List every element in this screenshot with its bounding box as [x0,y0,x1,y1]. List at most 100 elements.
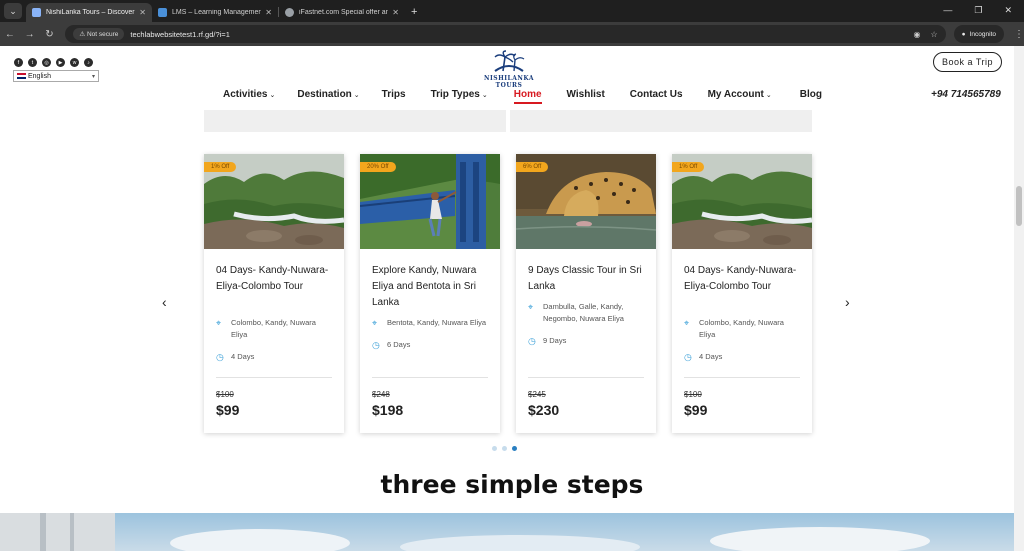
back-icon[interactable]: ← [0,29,20,40]
trip-image-train[interactable]: 20% Off [360,154,500,249]
trip-locations: ⌖ Colombo, Kandy, Nuwara Eliya [216,317,332,341]
current-price: $99 [216,402,240,418]
minimize-icon[interactable]: — [943,5,952,16]
trip-card[interactable]: 1% Off 04 Days- Kandy-Nuwara-Eliya-Colom… [204,154,344,433]
carousel-dot[interactable] [502,446,507,451]
close-tab-icon[interactable]: ✕ [392,8,399,17]
locations-text: Colombo, Kandy, Nuwara Eliya [699,318,784,339]
trip-title[interactable]: Explore Kandy, Nuwara Eliya and Bentota … [372,263,488,313]
scrollbar-thumb[interactable] [1016,186,1022,226]
new-tab-button[interactable]: + [411,6,417,18]
clock-icon: ◷ [684,352,692,362]
trip-duration: ◷ 6 Days [372,339,488,351]
carousel-pagination [492,446,517,451]
site-favicon-icon [158,8,167,17]
youtube-icon[interactable]: ▶ [56,58,65,67]
map-pin-icon: ⌖ [216,318,222,328]
trip-title[interactable]: 04 Days- Kandy-Nuwara-Eliya-Colombo Tour [684,263,800,313]
browser-menu-icon[interactable]: ⋮ [1014,29,1024,40]
nav-item-my-account[interactable]: My Account ⌄ [708,89,772,100]
card-divider [684,377,800,378]
nav-label: Blog [799,89,822,100]
map-pin-icon: ⌖ [372,318,378,328]
steps-banner-image [0,513,1024,551]
duration-text: 9 Days [543,336,567,345]
carousel-dot-active[interactable] [512,446,517,451]
restore-icon[interactable]: ❐ [974,5,982,16]
incognito-label: Incognito [969,30,996,38]
trip-image-waterfall[interactable]: 1% Off [672,154,812,249]
nav-item-trips[interactable]: Trips [382,89,406,100]
tab-title: LMS – Learning Management .. [172,9,262,16]
facebook-icon[interactable]: f [14,58,23,67]
nav-item-wishlist[interactable]: Wishlist [567,89,605,100]
forward-icon[interactable]: → [20,29,40,40]
phone-number[interactable]: +94 714565789 [931,89,1001,100]
card-divider [372,377,488,378]
close-window-icon[interactable]: ✕ [1004,5,1012,16]
current-price: $230 [528,402,560,418]
carousel-prev-button[interactable]: ‹ [162,294,167,310]
page-scrollbar[interactable] [1014,46,1024,551]
nav-label: Activities [223,89,268,100]
instagram-icon[interactable]: ◎ [42,58,51,67]
trip-title[interactable]: 04 Days- Kandy-Nuwara-Eliya-Colombo Tour [216,263,332,313]
not-secure-badge[interactable]: ⚠ Not secure [73,28,125,40]
globe-icon [285,8,294,17]
eye-off-icon[interactable]: ◉ [914,30,921,39]
current-price: $99 [684,402,708,418]
url-text[interactable]: techlabwebsitetest1.rf.gd/?i=1 [130,30,903,39]
tab-title: NishiLanka Tours – Discover Sri [46,9,136,16]
locations-text: Colombo, Kandy, Nuwara Eliya [231,318,316,339]
carousel-dot[interactable] [492,446,497,451]
map-pin-icon: ⌖ [528,302,534,312]
trip-title[interactable]: 9 Days Classic Tour in Sri Lanka [528,263,644,297]
bookmark-star-icon[interactable]: ☆ [931,30,938,39]
map-pin-icon: ⌖ [684,318,690,328]
browser-tab-2[interactable]: LMS – Learning Management .. ✕ [152,3,278,22]
discount-badge: 6% Off [516,162,549,172]
discount-badge: 1% Off [672,162,705,172]
browser-tab-1[interactable]: NishiLanka Tours – Discover Sri ✕ [26,3,152,22]
book-a-trip-button[interactable]: Book a Trip [933,52,1002,72]
tab-search-button[interactable]: ⌄ [4,3,22,19]
content-strip-right [510,110,812,132]
whatsapp-icon[interactable]: w [70,58,79,67]
old-price: $100 [684,390,702,399]
close-tab-icon[interactable]: ✕ [139,8,146,17]
language-value: English [28,72,51,80]
trip-locations: ⌖ Colombo, Kandy, Nuwara Eliya [684,317,800,341]
browser-tab-bar: ⌄ NishiLanka Tours – Discover Sri ✕ LMS … [0,0,1024,22]
browser-toolbar: ← → ↻ ⚠ Not secure techlabwebsitetest1.r… [0,22,1024,46]
tiktok-icon[interactable]: ♪ [84,58,93,67]
clock-icon: ◷ [372,340,380,350]
reload-icon[interactable]: ↻ [40,29,60,40]
trip-image-waterfall[interactable]: 1% Off [204,154,344,249]
trip-card[interactable]: 20% Off Explore Kandy, Nuwara Eliya and … [360,154,500,433]
nav-item-activities[interactable]: Activities ⌄ [223,89,275,100]
incognito-indicator[interactable]: ● Incognito [953,25,1004,43]
nav-item-blog[interactable]: Blog [800,89,822,100]
language-select[interactable]: English ▾ [13,70,99,82]
carousel-next-button[interactable]: › [845,294,850,310]
trip-card[interactable]: 6% Off 9 Days Classic Tour in Sri Lanka … [516,154,656,433]
browser-tab-3[interactable]: iFastnet.com Special offer and I ✕ [279,3,405,22]
nav-item-trip-types[interactable]: Trip Types ⌄ [431,89,488,100]
nav-item-contact-us[interactable]: Contact Us [630,89,683,100]
duration-text: 4 Days [699,352,723,361]
site-logo[interactable]: NISHILANKA TOURS [474,49,544,89]
twitter-icon[interactable]: t [28,58,37,67]
nav-label: Home [513,89,542,100]
trip-card[interactable]: 1% Off 04 Days- Kandy-Nuwara-Eliya-Colom… [672,154,812,433]
trip-duration: ◷ 4 Days [684,351,800,363]
duration-text: 4 Days [231,352,255,361]
trip-image-leopard[interactable]: 6% Off [516,154,656,249]
locations-text: Dambulla, Galle, Kandy, Negombo, Nuwara … [543,302,624,323]
nav-label: Destination [297,89,352,100]
close-tab-icon[interactable]: ✕ [265,8,272,17]
nav-item-home[interactable]: Home [513,89,542,104]
nav-item-destination[interactable]: Destination ⌄ [297,89,359,100]
clock-icon: ◷ [216,352,224,362]
address-bar[interactable]: ⚠ Not secure techlabwebsitetest1.rf.gd/?… [65,25,946,43]
section-heading: three simple steps [380,470,644,499]
